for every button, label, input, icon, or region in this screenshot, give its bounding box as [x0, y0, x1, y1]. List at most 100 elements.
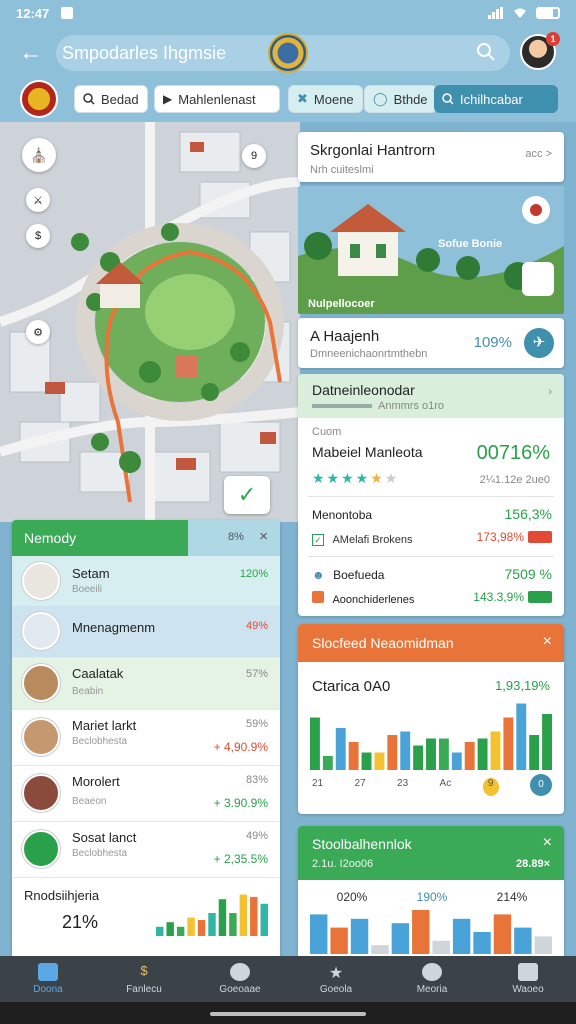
- bar: [239, 894, 248, 936]
- map-pin-money[interactable]: $: [26, 224, 50, 248]
- bar: [432, 940, 450, 954]
- check-icon: ✓: [312, 534, 324, 546]
- nav-label: Fanlecu: [126, 984, 162, 995]
- x-label[interactable]: 0: [530, 774, 552, 796]
- list-item-name: Setam: [72, 566, 110, 581]
- bar: [516, 703, 527, 770]
- close-icon[interactable]: ×: [259, 528, 268, 545]
- filter-chip-label: Bthde: [393, 91, 428, 107]
- search-title-bar[interactable]: Smpodarles Ihgmsie: [56, 33, 510, 73]
- bar: [374, 752, 385, 770]
- place-card[interactable]: Skrgonlai Hantrorn Nrh cuiteslmi acc >: [298, 132, 564, 182]
- filter-chip-5[interactable]: Ichilhcabar: [434, 85, 558, 113]
- list-item[interactable]: Mariet larkt Beclobhesta 59% + 4,90.9%: [12, 710, 280, 766]
- filter-chip-1[interactable]: Bedad: [74, 85, 148, 113]
- confirm-location-button[interactable]: ✓: [224, 476, 270, 514]
- close-icon[interactable]: ×: [543, 633, 552, 651]
- rating-row-label: Menontoba: [312, 508, 373, 522]
- plane-icon[interactable]: ✈: [524, 328, 554, 358]
- status-time: 12:47: [16, 5, 50, 21]
- place-photo-label: Sofue Bonie: [438, 238, 503, 250]
- chart-card-title: Slocfeed Neaomidman: [312, 635, 454, 651]
- close-icon[interactable]: ×: [543, 834, 552, 852]
- user-avatar[interactable]: 1: [520, 32, 560, 70]
- search-icon: [83, 93, 95, 105]
- bar: [529, 735, 540, 770]
- star-rating: ★★★★★★: [312, 470, 400, 486]
- info-subtitle: Dmneenichaonrtmthebn: [310, 348, 428, 360]
- back-arrow-icon[interactable]: ←: [16, 38, 46, 68]
- shuffle-icon: ✖: [297, 91, 308, 106]
- rating-row-value: 143.3,9%: [473, 590, 524, 604]
- list-item-sub: Beclobhesta: [72, 736, 128, 747]
- x-label: 27: [354, 778, 366, 789]
- rating-header-bar: [312, 404, 372, 408]
- rating-row-value: 173,98%: [476, 530, 524, 544]
- bar: [176, 926, 185, 936]
- x-label: 23: [397, 778, 409, 789]
- nav-label: Goeoaae: [219, 984, 261, 995]
- nav-reports[interactable]: Goeoaae: [192, 956, 288, 1002]
- filter-chip-3[interactable]: ✖ Moene: [288, 85, 363, 113]
- nav-favorites[interactable]: ★ Goeola: [288, 956, 384, 1002]
- nav-label: Doona: [33, 984, 63, 995]
- list-item[interactable]: Sosat lanct Beclobhesta 49% + 2,35.5%: [12, 822, 280, 878]
- filter-chip-label: Moene: [313, 91, 354, 107]
- rating-tag: Cuom: [312, 426, 342, 438]
- chat-icon: ◯: [373, 91, 388, 106]
- folder-icon: [312, 591, 324, 603]
- clock-icon: [230, 963, 250, 981]
- bar: [464, 742, 475, 770]
- rating-row-3[interactable]: ☻ Boefueda 7509 %: [312, 566, 552, 586]
- bar: [197, 919, 206, 936]
- map-pin-landmark[interactable]: ⛪: [22, 138, 56, 172]
- list-item[interactable]: Setam Boeeili 120%: [12, 556, 280, 606]
- bar: [166, 922, 174, 936]
- place-meta[interactable]: acc >: [525, 148, 552, 160]
- signal-icon: [488, 7, 503, 19]
- map-pin-gear[interactable]: ⚙: [26, 320, 50, 344]
- stats-col-label: 020%: [336, 890, 368, 904]
- rating-row-2[interactable]: ✓ AMelafi Brokens 173,98%: [312, 530, 552, 550]
- map-pin-number[interactable]: 9: [242, 144, 266, 168]
- bar: [503, 717, 514, 770]
- landmark-icon: ⛪: [30, 146, 48, 163]
- filter-chip-2[interactable]: ▶ Mahlenlenast: [154, 85, 280, 113]
- list-item[interactable]: Morolert Beaeon 83% + 3.90.9%: [12, 766, 280, 822]
- map-pin-walk[interactable]: ⚔: [26, 188, 50, 212]
- stats-col-label: 190%: [416, 890, 448, 904]
- list-item-name: Morolert: [72, 774, 120, 789]
- list-header-pct: 8%: [228, 531, 244, 543]
- rating-row-label: Aoonchiderlenes: [332, 594, 415, 606]
- list-item[interactable]: Mnenagmenm 49%: [12, 606, 280, 658]
- list-item[interactable]: Caalatak Beabin 57%: [12, 658, 280, 710]
- x-label: 21: [312, 778, 324, 789]
- rating-row-4[interactable]: Aoonchiderlenes 143.3,9%: [312, 590, 552, 610]
- rating-row-1[interactable]: Menontoba 156,3%: [312, 506, 552, 526]
- nav-label: Goeola: [319, 984, 353, 995]
- bar: [490, 731, 501, 770]
- list-item-delta: + 4,90.9%: [213, 740, 268, 754]
- list-item-delta: + 3.90.9%: [213, 796, 268, 810]
- chart-card-header: Slocfeed Neaomidman ×: [298, 624, 564, 662]
- list-item-sub: Beaeon: [72, 796, 107, 807]
- city-map[interactable]: ⛪ 9 ⚔ $ ⚙ ✓: [0, 122, 300, 522]
- nav-more[interactable]: Waoeo: [480, 956, 576, 1002]
- search-icon: [442, 93, 454, 105]
- info-card[interactable]: A Haajenh Dmneenichaonrtmthebn 109% ✈: [298, 318, 564, 368]
- list-item-sub: Boeeili: [72, 584, 103, 595]
- nav-finance[interactable]: $ Fanlecu: [96, 956, 192, 1002]
- people-icon: ☻: [312, 568, 325, 582]
- home-bar[interactable]: [210, 1012, 366, 1016]
- rating-score: 2¼1.12e 2ue0: [479, 474, 550, 486]
- list-footer-title: Rnodsiihjeria: [24, 888, 100, 903]
- nav-messages[interactable]: Meoria: [384, 956, 480, 1002]
- chevron-right-icon[interactable]: ›: [548, 386, 552, 398]
- battery-icon: [536, 7, 560, 19]
- pin-label: 9: [250, 150, 258, 162]
- x-label: Ac: [439, 778, 452, 789]
- info-value: 109%: [473, 334, 512, 351]
- nav-home[interactable]: Doona: [0, 956, 96, 1002]
- filter-chip-4[interactable]: ◯ Bthde: [364, 85, 437, 113]
- search-icon[interactable]: [476, 42, 496, 62]
